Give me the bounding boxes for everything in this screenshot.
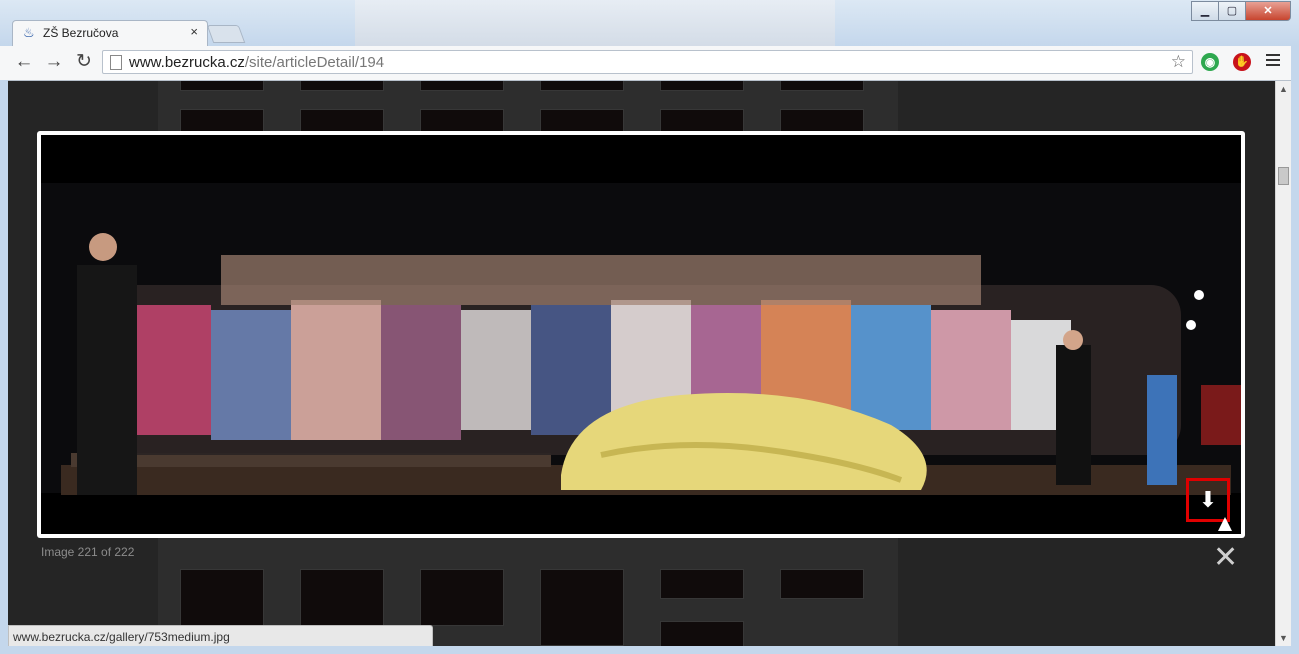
scroll-down-icon[interactable]: ▼ xyxy=(1279,633,1288,643)
scroll-up-icon[interactable]: ▲ xyxy=(1279,84,1288,94)
new-tab-button[interactable] xyxy=(206,25,246,43)
image-counter: Image 221 of 222 xyxy=(41,545,135,559)
forward-icon[interactable]: → xyxy=(44,52,64,72)
extension-adblock-icon[interactable]: ✋ xyxy=(1233,53,1251,71)
browser-toolbar: ← → ↻ www.bezrucka.cz/site/articleDetail… xyxy=(0,46,1299,81)
url-path: /site/articleDetail/194 xyxy=(244,54,385,71)
url-text: www.bezrucka.cz/site/articleDetail/194 xyxy=(129,54,384,71)
window-border-right xyxy=(1291,46,1299,654)
window-controls: ▁ ▢ ✕ xyxy=(1191,1,1291,21)
background-window xyxy=(355,0,835,46)
maximize-button[interactable]: ▢ xyxy=(1218,1,1246,21)
browser-tab[interactable]: ♨ ZŠ Bezručova × xyxy=(12,20,208,46)
back-icon[interactable]: ← xyxy=(14,52,34,72)
mouse-cursor-icon xyxy=(1218,517,1232,531)
choir-photo xyxy=(41,135,1241,534)
menu-icon[interactable] xyxy=(1266,54,1280,69)
school-favicon-icon: ♨ xyxy=(23,25,35,40)
page-icon xyxy=(110,55,122,70)
download-button[interactable]: ⬇ xyxy=(1186,478,1230,522)
window-titlebar: ♨ ZŠ Bezručova × ▁ ▢ ✕ xyxy=(0,0,1299,46)
status-bar: www.bezrucka.cz/gallery/753medium.jpg xyxy=(8,625,433,646)
tab-title: ZŠ Bezručova xyxy=(43,26,119,40)
reload-icon[interactable]: ↻ xyxy=(74,52,94,72)
download-arrow-icon: ⬇ xyxy=(1198,487,1218,512)
lightbox-photo xyxy=(41,135,1241,534)
extension-green-icon[interactable]: ◉ xyxy=(1201,53,1219,71)
lightbox-frame xyxy=(37,131,1245,538)
lightbox-close-icon[interactable]: ✕ xyxy=(1213,543,1238,573)
window-border-left xyxy=(0,80,8,654)
close-window-button[interactable]: ✕ xyxy=(1245,1,1291,21)
bookmark-star-icon[interactable]: ☆ xyxy=(1171,52,1186,72)
address-bar[interactable]: www.bezrucka.cz/site/articleDetail/194 ☆ xyxy=(102,50,1193,74)
url-domain: www.bezrucka.cz xyxy=(129,54,245,71)
tab-close-icon[interactable]: × xyxy=(190,24,198,39)
window-border-bottom xyxy=(0,646,1299,654)
scroll-thumb[interactable] xyxy=(1278,167,1289,185)
page-scrollbar[interactable]: ▲ ▼ xyxy=(1275,81,1291,646)
minimize-button[interactable]: ▁ xyxy=(1191,1,1219,21)
